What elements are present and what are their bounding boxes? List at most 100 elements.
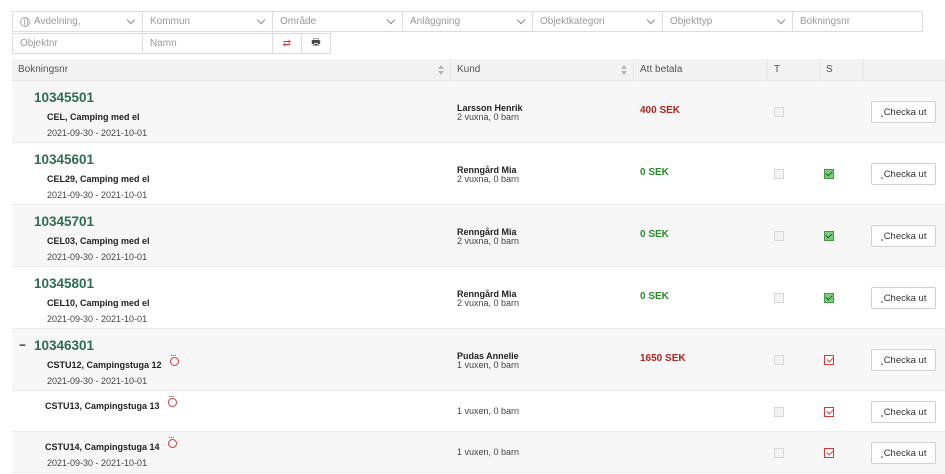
chevron-down-icon [646, 15, 656, 24]
booking-object: CSTU14, Campingstuga 14 [45, 435, 177, 452]
sort-icon[interactable] [438, 64, 444, 75]
booking-object-label: CEL10, Camping med el [47, 298, 150, 308]
comment-icon[interactable] [167, 394, 177, 407]
header-t-label: T [774, 64, 781, 75]
filter-bar: Avdelning, Kommun Område Anläggning Obje… [12, 11, 932, 55]
checkout-button[interactable]: ¸Checka ut [871, 401, 936, 423]
s-checkbox[interactable] [824, 107, 834, 117]
filter-avdelning[interactable]: Avdelning, [12, 11, 143, 32]
amount-due: 0 SEK [640, 291, 669, 302]
table-row[interactable]: 10345501 CEL, Camping med el 2021-09-30 … [12, 81, 945, 143]
booking-number[interactable]: 10345601 [34, 152, 94, 167]
t-checkbox[interactable] [774, 107, 784, 117]
booking-object: CEL29, Camping med el [47, 174, 150, 184]
table-row[interactable]: 10345601 CEL29, Camping med el 2021-09-3… [12, 143, 945, 205]
bookings-table: Bokningsnr Kund Att betala T S 10345501 … [12, 58, 945, 473]
table-row[interactable]: −10346301 CSTU12, Campingstuga 12 2021-0… [12, 329, 945, 391]
collapse-toggle[interactable]: − [19, 338, 26, 352]
booking-object: CSTU12, Campingstuga 12 [47, 353, 179, 370]
amount-due: 0 SEK [640, 229, 669, 240]
t-checkbox[interactable] [774, 169, 784, 179]
s-checkbox[interactable] [824, 407, 834, 417]
filter-objektkategori[interactable]: Objektkategori [532, 11, 663, 32]
booking-number[interactable]: 10345801 [34, 276, 94, 291]
amount-due: 400 SEK [640, 105, 681, 116]
checkout-button[interactable]: ¸Checka ut [871, 225, 936, 247]
chevron-down-icon [126, 15, 136, 24]
booking-number[interactable]: 10346301 [34, 338, 94, 353]
chevron-down-icon [776, 15, 786, 24]
header-s-label: S [826, 64, 833, 75]
bokningsnr-input[interactable]: Bokningsnr [792, 11, 923, 32]
booking-object: CSTU13, Campingstuga 13 [45, 394, 177, 411]
booking-object: CEL, Camping med el [47, 112, 140, 122]
booking-object-label: CEL, Camping med el [47, 112, 140, 122]
booking-dates: 2021-09-30 - 2021-10-01 [47, 458, 148, 468]
header-att-betala-label: Att betala [640, 64, 683, 75]
table-header: Bokningsnr Kund Att betala T S [12, 58, 945, 81]
filter-anlaggning[interactable]: Anläggning [402, 11, 533, 32]
s-checkbox[interactable] [824, 448, 834, 458]
guest-count: 1 vuxen, 0 barn [457, 447, 520, 457]
booking-object: CEL03, Camping med el [47, 236, 150, 246]
guest-count: 2 vuxna, 0 barn [457, 174, 520, 184]
filter-row-2: Objektnr Namn ⇄ 🖶 [12, 33, 932, 54]
checkout-button[interactable]: ¸Checka ut [871, 442, 936, 464]
booking-dates: 2021-09-30 - 2021-10-01 [47, 314, 148, 324]
table-row[interactable]: CSTU13, Campingstuga 13 1 vuxen, 0 barn ¸… [12, 391, 945, 432]
globe-icon [20, 16, 30, 27]
t-checkbox[interactable] [774, 448, 784, 458]
guest-count: 2 vuxna, 0 barn [457, 112, 520, 122]
filter-kommun[interactable]: Kommun [142, 11, 273, 32]
filter-objekttyp[interactable]: Objekttyp [662, 11, 793, 32]
filter-kommun-label: Kommun [150, 16, 191, 27]
namn-placeholder: Namn [150, 38, 177, 49]
table-row[interactable]: 10345801 CEL10, Camping med el 2021-09-3… [12, 267, 945, 329]
guest-count: 1 vuxen, 0 barn [457, 406, 520, 416]
guest-count: 1 vuxen, 0 barn [457, 360, 520, 370]
namn-input[interactable]: Namn [142, 33, 273, 54]
table-row[interactable]: 10345701 CEL03, Camping med el 2021-09-3… [12, 205, 945, 267]
t-checkbox[interactable] [774, 407, 784, 417]
t-checkbox[interactable] [774, 355, 784, 365]
print-button[interactable]: 🖶 [301, 33, 331, 54]
filter-omrade[interactable]: Område [272, 11, 403, 32]
filter-avdelning-label: Avdelning, [34, 16, 81, 27]
chevron-down-icon [516, 15, 526, 24]
booking-object-label: CEL29, Camping med el [47, 174, 150, 184]
objektnr-input[interactable]: Objektnr [12, 33, 143, 54]
swap-icon: ⇄ [282, 38, 292, 49]
booking-dates: 2021-09-30 - 2021-10-01 [47, 376, 148, 386]
booking-number[interactable]: 10345701 [34, 214, 94, 229]
clear-filters-button[interactable]: ⇄ [272, 33, 302, 54]
booking-dates: 2021-09-30 - 2021-10-01 [47, 128, 148, 138]
s-checkbox[interactable] [824, 355, 834, 365]
header-att-betala: Att betala [634, 58, 768, 81]
s-checkbox[interactable] [824, 169, 834, 179]
checkout-button[interactable]: ¸Checka ut [871, 287, 936, 309]
header-kund[interactable]: Kund [451, 58, 634, 81]
checkout-button[interactable]: ¸Checka ut [871, 101, 936, 123]
t-checkbox[interactable] [774, 231, 784, 241]
header-bokningsnr[interactable]: Bokningsnr [12, 58, 451, 81]
header-kund-label: Kund [457, 64, 481, 75]
header-bokningsnr-label: Bokningsnr [18, 64, 69, 75]
s-checkbox[interactable] [824, 231, 834, 241]
s-checkbox[interactable] [824, 293, 834, 303]
comment-icon[interactable] [167, 435, 177, 448]
objektnr-placeholder: Objektnr [20, 38, 58, 49]
filter-objekttyp-label: Objekttyp [670, 16, 713, 27]
comment-icon[interactable] [169, 353, 179, 366]
table-row[interactable]: CSTU14, Campingstuga 14 2021-09-30 - 202… [12, 432, 945, 473]
t-checkbox[interactable] [774, 293, 784, 303]
filter-objektkategori-label: Objektkategori [540, 16, 605, 27]
filter-row-1: Avdelning, Kommun Område Anläggning Obje… [12, 11, 932, 32]
booking-number[interactable]: 10345501 [34, 90, 94, 105]
checkout-button[interactable]: ¸Checka ut [871, 349, 936, 371]
chevron-down-icon [386, 15, 396, 24]
filter-anlaggning-label: Anläggning [410, 16, 461, 27]
sort-icon[interactable] [621, 64, 627, 75]
checkout-button[interactable]: ¸Checka ut [871, 163, 936, 185]
booking-object-label: CSTU13, Campingstuga 13 [45, 401, 160, 411]
booking-dates: 2021-09-30 - 2021-10-01 [47, 190, 148, 200]
